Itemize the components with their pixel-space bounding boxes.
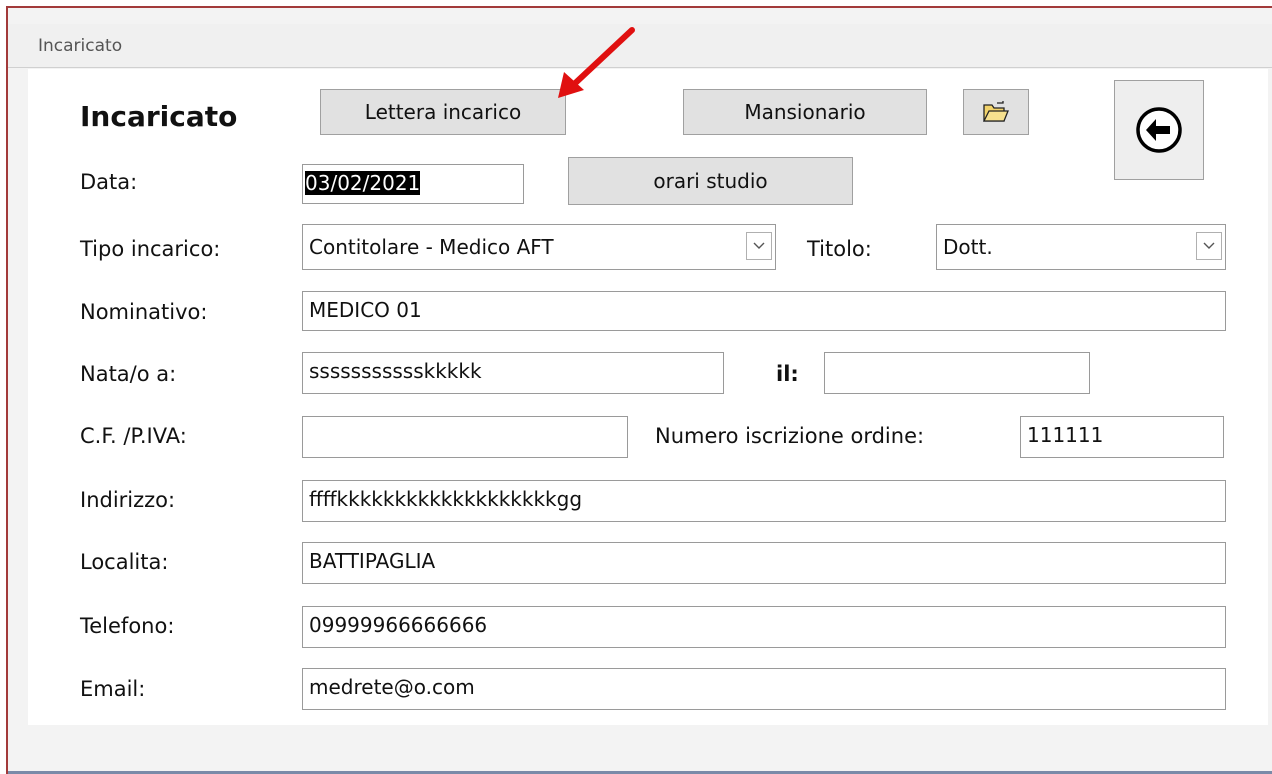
email-value: medrete@o.com [309,675,475,699]
data-field[interactable]: 03/02/2021 [302,164,524,204]
orari-studio-label: orari studio [653,169,768,193]
localita-label: Localita: [80,550,169,574]
back-arrow-icon [1136,107,1182,153]
form-heading: Incaricato [80,100,238,133]
lettera-incarico-label: Lettera incarico [364,100,522,124]
tipo-incarico-label: Tipo incarico: [80,237,221,261]
localita-field[interactable]: BATTIPAGLIA [302,542,1226,584]
tipo-incarico-value: Contitolare - Medico AFT [309,235,554,259]
nata-value: ssssssssssskkkkk [309,359,482,383]
titolo-select[interactable]: Dott. [936,224,1226,270]
cf-piva-field[interactable] [302,416,628,458]
nominativo-value: MEDICO 01 [309,298,422,322]
indirizzo-label: Indirizzo: [80,488,176,512]
mansionario-button[interactable]: Mansionario [683,89,927,135]
indirizzo-field[interactable]: ffffkkkkkkkkkkkkkkkkkkkgg [302,480,1226,522]
numero-iscrizione-field[interactable]: 111111 [1020,416,1224,458]
numero-iscrizione-label: Numero iscrizione ordine: [655,424,925,448]
annotation-arrow-icon [558,27,635,98]
lettera-incarico-button[interactable]: Lettera incarico [320,89,566,135]
telefono-label: Telefono: [80,614,175,638]
tipo-incarico-select[interactable]: Contitolare - Medico AFT [302,224,776,270]
data-label: Data: [80,170,138,194]
cf-label: C.F. /P.IVA: [80,424,187,448]
form-footer [8,725,1272,771]
nata-label: Nata/o a: [80,362,177,386]
chevron-down-icon [1203,242,1215,249]
window-title: Incaricato [38,36,123,56]
nominativo-label: Nominativo: [80,300,208,324]
tipo-incarico-dropdown-button[interactable] [746,232,772,260]
numero-value: 111111 [1027,423,1104,447]
titolo-label: Titolo: [807,237,872,261]
chevron-down-icon [753,242,765,249]
il-field[interactable] [824,352,1090,394]
open-folder-button[interactable] [963,89,1029,135]
il-label: il: [776,362,799,386]
telefono-field[interactable]: 09999966666666 [302,606,1226,648]
orari-studio-button[interactable]: orari studio [568,157,853,205]
telefono-value: 09999966666666 [309,613,488,637]
titolo-value: Dott. [943,235,993,259]
data-value: 03/02/2021 [305,171,421,195]
localita-value: BATTIPAGLIA [309,549,436,573]
back-button[interactable] [1114,80,1204,180]
email-label: Email: [80,677,146,701]
titolo-dropdown-button[interactable] [1196,232,1222,260]
open-folder-icon [983,101,1009,122]
mansionario-label: Mansionario [744,100,866,124]
nata-field[interactable]: ssssssssssskkkkk [302,352,724,394]
nominativo-field[interactable]: MEDICO 01 [302,291,1226,331]
email-field[interactable]: medrete@o.com [302,668,1226,710]
indirizzo-value: ffffkkkkkkkkkkkkkkkkkkkgg [309,487,583,511]
